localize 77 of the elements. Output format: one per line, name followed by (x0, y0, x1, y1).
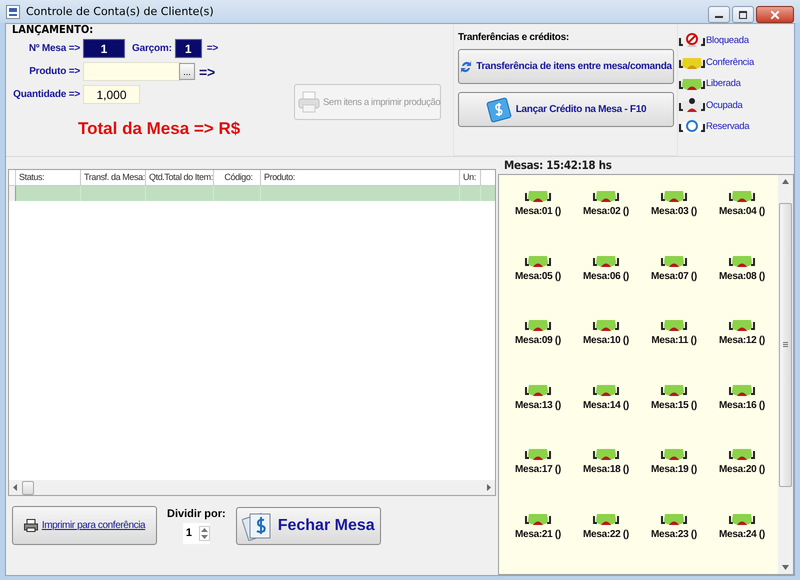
section-heading: LANÇAMENTO: (12, 23, 94, 37)
close-icon (771, 10, 779, 18)
table-label[interactable]: Mesa:18 () (583, 464, 629, 475)
column-header[interactable]: Qtd.Total do Item: (146, 170, 214, 185)
print-production-button: Sem itens a imprimir produção (294, 84, 441, 120)
field-label: Quantidade => (12, 89, 81, 100)
table-label[interactable]: Mesa:09 () (515, 335, 561, 346)
column-header[interactable]: Código: (214, 170, 261, 185)
divide-spinner[interactable]: 1 (182, 522, 210, 544)
spin-up-icon (200, 528, 208, 532)
app-icon (6, 4, 20, 18)
field-label: Dividir por: (167, 508, 226, 520)
transfer-button[interactable]: Transferência de itens entre mesa/comanda (458, 49, 674, 84)
column-header[interactable]: Status: (16, 170, 81, 185)
table-label[interactable]: Mesa:06 () (583, 270, 629, 282)
table-label[interactable]: Mesa:01 () (515, 206, 561, 217)
section-heading: Tranferências e créditos: (458, 32, 570, 43)
table-label[interactable]: Mesa:15 () (651, 400, 697, 410)
legend-label: Reservada (706, 121, 750, 132)
window-title: Controle de Conta(s) de Cliente(s) (26, 5, 214, 18)
refresh-icon (460, 60, 472, 74)
total-label: Total da Mesa => R$ (78, 119, 242, 139)
table-label[interactable]: Mesa:05 () (515, 270, 561, 282)
selected-row[interactable] (9, 186, 495, 201)
product-field[interactable] (83, 62, 181, 81)
column-header[interactable]: Produto: (261, 170, 460, 185)
close-table-button[interactable]: Fechar Mesa (236, 506, 381, 544)
field-label: Nº Mesa => (28, 43, 81, 54)
table-label[interactable]: Mesa:13 () (515, 400, 561, 410)
legend-label: Liberada (706, 78, 741, 90)
table-label[interactable]: Mesa:03 () (651, 206, 697, 217)
scroll-down-icon (782, 565, 789, 570)
printer-icon (24, 519, 38, 532)
close-button[interactable] (756, 6, 794, 23)
table-label[interactable]: Mesa:12 () (719, 335, 765, 346)
legend-label: Conferência (706, 56, 754, 68)
table-label[interactable]: Mesa:17 () (515, 464, 561, 475)
table-label[interactable]: Mesa:10 () (583, 335, 629, 346)
table-label[interactable]: Mesa:14 () (583, 400, 629, 410)
arrow-label: => (199, 64, 215, 80)
table-label[interactable]: Mesa:19 () (651, 464, 697, 475)
table-number-field[interactable]: 1 (83, 39, 125, 58)
table-label[interactable]: Mesa:23 () (651, 528, 697, 540)
maximize-icon (739, 10, 747, 18)
printer-icon (298, 91, 320, 113)
arrow-label: => (206, 43, 218, 54)
panel-heading: Mesas: 15:42:18 hs (503, 157, 613, 174)
column-header[interactable]: Un: (460, 170, 481, 185)
column-header[interactable]: Transf. da Mesa: (81, 170, 146, 185)
minimize-button[interactable] (708, 6, 730, 23)
table-label[interactable]: Mesa:21 () (515, 528, 561, 540)
spin-down-icon (200, 534, 208, 538)
field-label: Produto => (28, 66, 81, 77)
scroll-up-icon (782, 179, 789, 184)
table-label[interactable]: Mesa:24 () (719, 528, 765, 540)
scroll-left-icon (13, 484, 18, 491)
waiter-field[interactable]: 1 (174, 39, 202, 58)
maximize-button[interactable] (732, 6, 754, 23)
table-label[interactable]: Mesa:08 () (719, 270, 765, 282)
credit-button[interactable]: Lançar Crédito na Mesa - F10 (458, 92, 674, 127)
field-label: Garçom: (132, 43, 172, 54)
quantity-field[interactable]: 1,000 (83, 85, 140, 104)
table-label[interactable]: Mesa:11 () (651, 335, 697, 346)
table-label[interactable]: Mesa:04 () (719, 206, 765, 217)
table-label[interactable]: Mesa:02 () (583, 206, 629, 217)
table-label[interactable]: Mesa:22 () (583, 528, 629, 540)
scroll-thumb[interactable] (22, 480, 34, 494)
print-button[interactable]: Imprimir para conferência (12, 506, 157, 545)
legend-label: Bloqueada (706, 35, 749, 46)
legend-label: Ocupada (706, 100, 742, 111)
grip-icon (783, 342, 788, 347)
horizontal-scrollbar[interactable] (9, 480, 495, 495)
table-label[interactable]: Mesa:16 () (719, 400, 765, 410)
table-label[interactable]: Mesa:20 () (719, 464, 765, 475)
vertical-scrollbar[interactable] (778, 175, 793, 574)
table-label[interactable]: Mesa:07 () (651, 270, 697, 282)
scroll-right-icon (486, 484, 491, 491)
